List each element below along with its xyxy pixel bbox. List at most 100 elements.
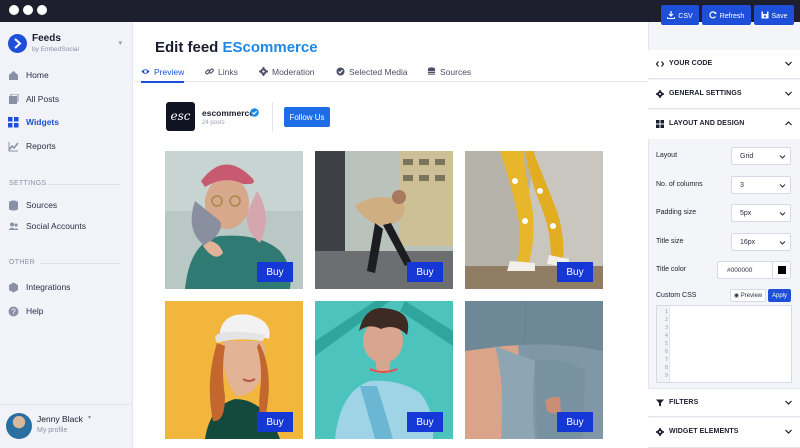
brand-switcher[interactable]: Feeds by EmbedSocial ▾	[8, 32, 128, 58]
section-layout-and-design[interactable]: LAYOUT AND DESIGN	[648, 110, 800, 139]
tab-links[interactable]: Links	[205, 67, 238, 82]
css-preview-button[interactable]: ◉ Preview	[730, 289, 766, 302]
tab-selected-media[interactable]: Selected Media	[336, 67, 408, 82]
preview-label: Preview	[740, 293, 763, 299]
window-dot[interactable]	[9, 5, 19, 15]
title-size-select[interactable]: 16px	[731, 233, 791, 251]
section-title: FILTERS	[669, 399, 699, 406]
media-tile[interactable]: Buy	[165, 151, 303, 289]
brand-name: Feeds	[32, 33, 61, 44]
buy-button[interactable]: Buy	[557, 412, 593, 432]
section-widget-elements[interactable]: WIDGET ELEMENTS	[648, 418, 800, 448]
tab-preview[interactable]: Preview	[141, 67, 185, 83]
sidebar-item-home[interactable]: Home	[8, 67, 126, 85]
media-tile[interactable]: Buy	[315, 151, 453, 289]
csv-label: CSV	[678, 12, 693, 20]
columns-select[interactable]: 3	[731, 176, 791, 194]
section-general-settings[interactable]: GENERAL SETTINGS	[648, 80, 800, 109]
sidebar-item-label: Social Accounts	[26, 221, 87, 231]
line-number-gutter: 1 2 3 4 5 6 7 8 9	[657, 306, 670, 382]
sidebar-item-label: Reports	[26, 141, 56, 151]
select-value: 16px	[740, 239, 756, 246]
media-tile[interactable]: Buy	[465, 301, 603, 439]
chevron-down-icon	[779, 155, 786, 159]
select-value: 5px	[740, 210, 752, 217]
line-number: 3	[664, 325, 668, 331]
padding-select[interactable]: 5px	[731, 204, 791, 222]
media-tile[interactable]: Buy	[465, 151, 603, 289]
sidebar-item-all-posts[interactable]: All Posts	[8, 91, 126, 109]
section-title: GENERAL SETTINGS	[669, 90, 742, 97]
tab-moderation[interactable]: Moderation	[259, 67, 315, 82]
custom-css-label: Custom CSS	[656, 292, 697, 299]
padding-label: Padding size	[656, 209, 697, 216]
sidebar-item-label: Widgets	[26, 117, 59, 127]
sidebar: Feeds by EmbedSocial ▾ Home All Posts Wi…	[0, 22, 133, 448]
save-icon	[761, 11, 769, 18]
layout-select[interactable]: Grid	[731, 147, 791, 165]
chevron-down-icon: ▾	[118, 40, 122, 47]
section-filters[interactable]: FILTERS	[648, 388, 800, 417]
brand-logo-icon	[8, 34, 27, 53]
refresh-button[interactable]: Refresh	[702, 5, 751, 25]
gear-icon	[259, 67, 268, 76]
csv-button[interactable]: CSV	[661, 5, 699, 25]
cube-icon	[9, 282, 18, 293]
tab-sources[interactable]: Sources	[427, 67, 471, 82]
profile-name: Jenny Black	[37, 414, 83, 424]
profile-link[interactable]: My profile	[37, 427, 67, 434]
line-number: 7	[664, 357, 668, 363]
divider	[772, 262, 773, 278]
tab-label: Sources	[440, 67, 472, 77]
gear-icon	[656, 90, 664, 98]
buy-button[interactable]: Buy	[407, 262, 443, 282]
title-size-label: Title size	[656, 238, 684, 245]
line-number: 4	[664, 333, 668, 339]
buy-button[interactable]: Buy	[257, 262, 293, 282]
sidebar-item-help[interactable]: ? Help	[8, 303, 126, 321]
section-label-settings: SETTINGS	[9, 180, 47, 187]
tab-label: Preview	[154, 67, 185, 77]
download-icon	[667, 10, 676, 19]
sidebar-item-reports[interactable]: Reports	[8, 138, 126, 156]
check-circle-icon	[336, 67, 345, 76]
help-icon: ?	[8, 306, 19, 317]
profile-menu[interactable]: Jenny Black ▾ My profile	[0, 404, 133, 448]
window-dot[interactable]	[23, 5, 33, 15]
page-title: Edit feed EScommerce	[155, 39, 318, 56]
account-post-count: 24 posts	[202, 120, 225, 126]
color-swatch[interactable]	[778, 266, 786, 274]
section-your-code[interactable]: YOUR CODE	[648, 50, 800, 79]
buy-button[interactable]: Buy	[407, 412, 443, 432]
eye-icon	[141, 69, 150, 74]
line-number: 9	[664, 373, 668, 379]
media-tile[interactable]: Buy	[315, 301, 453, 439]
buy-button[interactable]: Buy	[557, 262, 593, 282]
buy-button[interactable]: Buy	[257, 412, 293, 432]
section-title: WIDGET ELEMENTS	[669, 428, 739, 435]
select-value: 3	[740, 182, 744, 189]
sidebar-item-widgets[interactable]: Widgets	[8, 114, 126, 132]
css-apply-button[interactable]: Apply	[768, 289, 791, 302]
sidebar-item-integrations[interactable]: Integrations	[8, 279, 126, 297]
save-button[interactable]: Save	[754, 5, 794, 25]
custom-css-editor[interactable]: 1 2 3 4 5 6 7 8 9	[656, 305, 792, 383]
title-color-input[interactable]: #000000	[717, 261, 791, 279]
sidebar-item-sources[interactable]: Sources	[8, 197, 126, 215]
sidebar-item-social-accounts[interactable]: Social Accounts	[8, 218, 126, 236]
divider	[40, 263, 121, 264]
follow-us-button[interactable]: Follow Us	[284, 107, 330, 127]
database-icon	[427, 67, 436, 75]
title-color-label: Title color	[656, 266, 687, 273]
tab-label: Selected Media	[349, 67, 408, 77]
window-dot[interactable]	[37, 5, 47, 15]
account-name[interactable]: escommerce	[202, 108, 254, 118]
chevron-down-icon	[785, 91, 792, 96]
sidebar-item-label: Home	[26, 70, 49, 80]
chevron-down-icon	[785, 61, 792, 66]
media-tile[interactable]: Buy	[165, 301, 303, 439]
divider	[272, 102, 273, 132]
gear-icon	[656, 428, 664, 436]
page-title-feed-name: EScommerce	[222, 39, 318, 56]
chevron-down-icon	[779, 184, 786, 188]
